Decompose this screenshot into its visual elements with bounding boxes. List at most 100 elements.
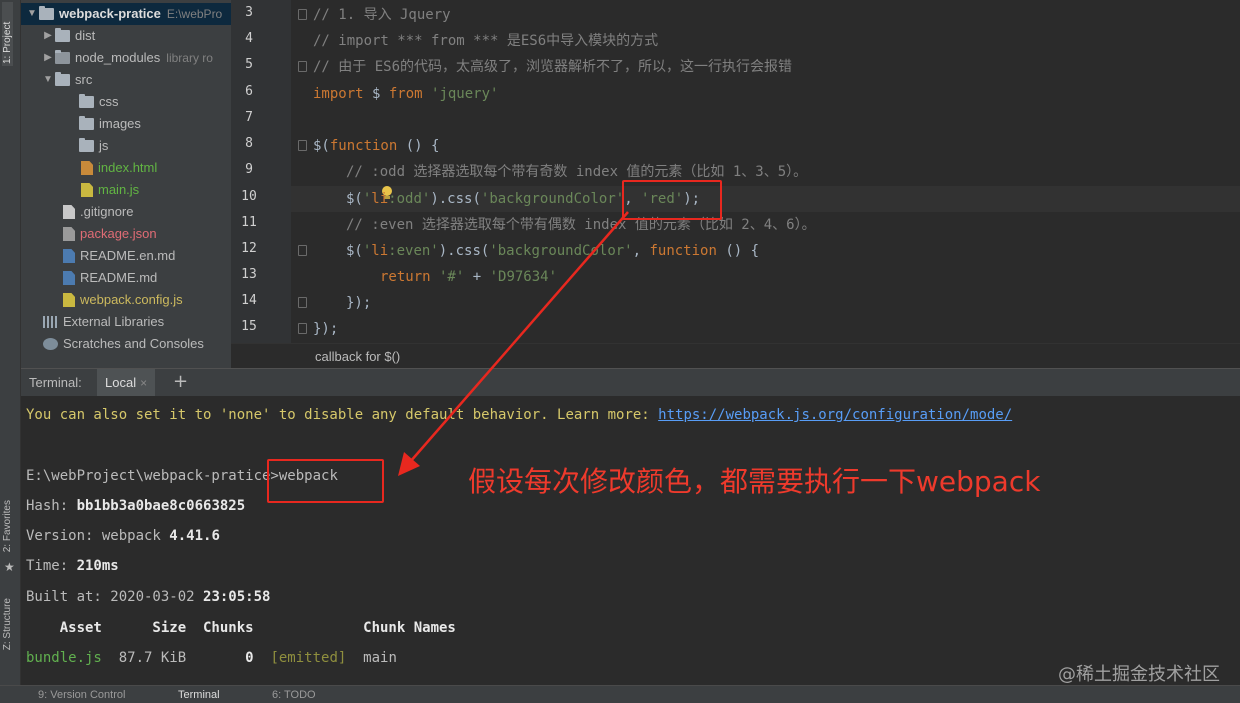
code-line-12: $('li:even').css('backgroundColor', func… <box>346 243 760 259</box>
tree-root-label: webpack-pratice <box>59 6 161 21</box>
terminal-version: Version: webpack 4.41.6 <box>26 528 220 544</box>
terminal-hash: Hash: bb1bb3a0bae8c0663825 <box>26 498 246 514</box>
folder-icon <box>55 50 70 64</box>
folder-icon <box>55 28 70 42</box>
tree-item-label: webpack.config.js <box>80 292 183 307</box>
tree-item-node-modules[interactable]: ▶ node_modules library ro <box>41 47 213 69</box>
folder-icon <box>79 138 94 152</box>
code-line-4: // import *** from *** 是ES6中导入模块的方式 <box>313 33 659 49</box>
editor-breadcrumb-bar: callback for $() <box>231 343 1240 368</box>
watermark: @稀土掘金技术社区 <box>1058 664 1220 685</box>
tree-item-readme[interactable]: README.md <box>63 267 157 289</box>
tree-item-external-libraries[interactable]: External Libraries <box>43 311 164 333</box>
terminal-line-mode-hint: You can also set it to 'none' to disable… <box>26 407 1013 423</box>
tree-item-css[interactable]: css <box>79 91 119 113</box>
folder-icon <box>79 94 94 108</box>
code-line-14: }); <box>346 295 372 311</box>
line-number: 7 <box>245 110 253 125</box>
code-line-15: }); <box>313 321 339 337</box>
line-number: 4 <box>245 31 253 46</box>
tree-item-label: External Libraries <box>63 314 165 329</box>
terminal-table-header: Asset Size Chunks Chunk Names <box>26 620 456 636</box>
code-line-3: // 1. 导入 Jquery <box>313 7 451 23</box>
tree-item-dist[interactable]: ▶ dist <box>41 25 95 47</box>
structure-tool-tab[interactable]: Z: Structure <box>2 598 13 650</box>
todo-tab[interactable]: 6: TODO <box>272 689 316 701</box>
chevron-right-icon[interactable]: ▶ <box>41 47 55 69</box>
highlight-box-red-value <box>622 180 722 220</box>
tree-root-path: E:\webPro <box>166 7 223 21</box>
js-file-icon <box>81 183 93 197</box>
code-line-5: // 由于 ES6的代码，太高级了，浏览器解析不了，所以，这一行执行会报错 <box>313 59 792 75</box>
chevron-down-icon[interactable]: ▼ <box>41 69 55 91</box>
tree-item-label: dist <box>75 28 96 43</box>
project-tool-tab[interactable]: 1: Project <box>2 2 13 66</box>
code-line-13: return '#' + 'D97634' <box>380 269 558 285</box>
line-number: 10 <box>241 189 257 204</box>
tree-item-label: css <box>99 94 119 109</box>
tree-item-package-json[interactable]: package.json <box>63 223 157 245</box>
html-file-icon <box>81 161 93 175</box>
tree-item-main-js[interactable]: main.js <box>81 179 139 201</box>
tree-item-js[interactable]: js <box>79 135 108 157</box>
terminal-label: Terminal: <box>29 375 82 390</box>
tree-item-scratches[interactable]: Scratches and Consoles <box>43 333 204 355</box>
line-number: 12 <box>241 241 257 256</box>
code-editor[interactable]: 3 4 5 6 7 8 9 10 11 12 13 14 15 // 1. 导入… <box>231 0 1240 368</box>
line-number: 13 <box>241 267 257 282</box>
version-control-tab[interactable]: 9: Version Control <box>38 689 125 701</box>
line-number-gutter: 3 4 5 6 7 8 9 10 11 12 13 14 15 <box>231 0 291 343</box>
tree-item-extra: library ro <box>166 51 213 65</box>
library-icon <box>43 316 58 328</box>
line-number: 6 <box>245 84 253 99</box>
tree-item-index-html[interactable]: index.html <box>81 157 157 179</box>
terminal-bottom-tab[interactable]: Terminal <box>178 689 220 701</box>
line-number: 14 <box>241 293 257 308</box>
tree-item-label: images <box>99 116 141 131</box>
terminal-tab-local[interactable]: Local × <box>97 369 156 397</box>
line-number: 15 <box>241 319 257 334</box>
tree-item-webpack-config[interactable]: webpack.config.js <box>63 289 183 311</box>
code-area[interactable]: // 1. 导入 Jquery // import *** from *** 是… <box>291 0 1240 343</box>
line-number: 5 <box>245 57 253 72</box>
favorites-tool-tab[interactable]: 2: Favorites <box>2 500 13 552</box>
tree-item-label: README.md <box>80 270 158 285</box>
code-line-9: // :odd 选择器选取每个带有奇数 index 值的元素（比如 1、3、5）… <box>346 164 808 180</box>
tree-item-images[interactable]: images <box>79 113 141 135</box>
tree-item-label: package.json <box>80 226 157 241</box>
add-terminal-button[interactable]: + <box>173 371 188 392</box>
annotation-text: 假设每次修改颜色，都需要执行一下webpack <box>468 465 1041 498</box>
webpack-mode-link[interactable]: https://webpack.js.org/configuration/mod… <box>658 407 1012 423</box>
tree-item-label: index.html <box>98 160 158 175</box>
close-icon[interactable]: × <box>140 376 147 390</box>
file-icon <box>63 205 75 219</box>
js-file-icon <box>63 293 75 307</box>
terminal-output[interactable]: You can also set it to 'none' to disable… <box>21 396 1240 685</box>
terminal-tab-bar: Terminal: Local × + <box>21 368 1240 397</box>
line-number: 3 <box>245 5 253 20</box>
tree-root[interactable]: ▼ webpack-pratice E:\webPro <box>21 3 231 25</box>
scratches-icon <box>43 338 58 350</box>
chevron-down-icon[interactable]: ▼ <box>25 3 39 25</box>
terminal-table-row: bundle.js 87.7 KiB 0 [emitted] main <box>26 650 397 666</box>
code-line-11: // :even 选择器选取每个带有偶数 index 值的元素（比如 2、4、6… <box>346 217 816 233</box>
terminal-built-at: Built at: 2020-03-02 23:05:58 <box>26 589 271 605</box>
tree-item-src[interactable]: ▼ src <box>41 69 92 91</box>
chevron-right-icon[interactable]: ▶ <box>41 25 55 47</box>
tree-item-gitignore[interactable]: .gitignore <box>63 201 133 223</box>
tree-item-readme-en[interactable]: README.en.md <box>63 245 175 267</box>
line-number: 11 <box>241 215 257 230</box>
project-tree: ▼ webpack-pratice E:\webPro ▶ dist ▶ nod… <box>21 0 231 368</box>
breadcrumb[interactable]: callback for $() <box>315 349 400 364</box>
left-tool-strip: 1: Project 2: Favorites ★ Z: Structure <box>0 0 21 703</box>
tree-item-label: node_modules <box>75 50 161 65</box>
tree-item-label: js <box>99 138 109 153</box>
folder-icon <box>79 116 94 130</box>
star-icon: ★ <box>4 560 15 574</box>
line-number: 9 <box>245 162 253 177</box>
tree-item-label: main.js <box>98 182 140 197</box>
markdown-file-icon <box>63 249 75 263</box>
folder-icon <box>39 6 54 20</box>
terminal-time: Time: 210ms <box>26 558 119 574</box>
tree-item-label: .gitignore <box>80 204 134 219</box>
